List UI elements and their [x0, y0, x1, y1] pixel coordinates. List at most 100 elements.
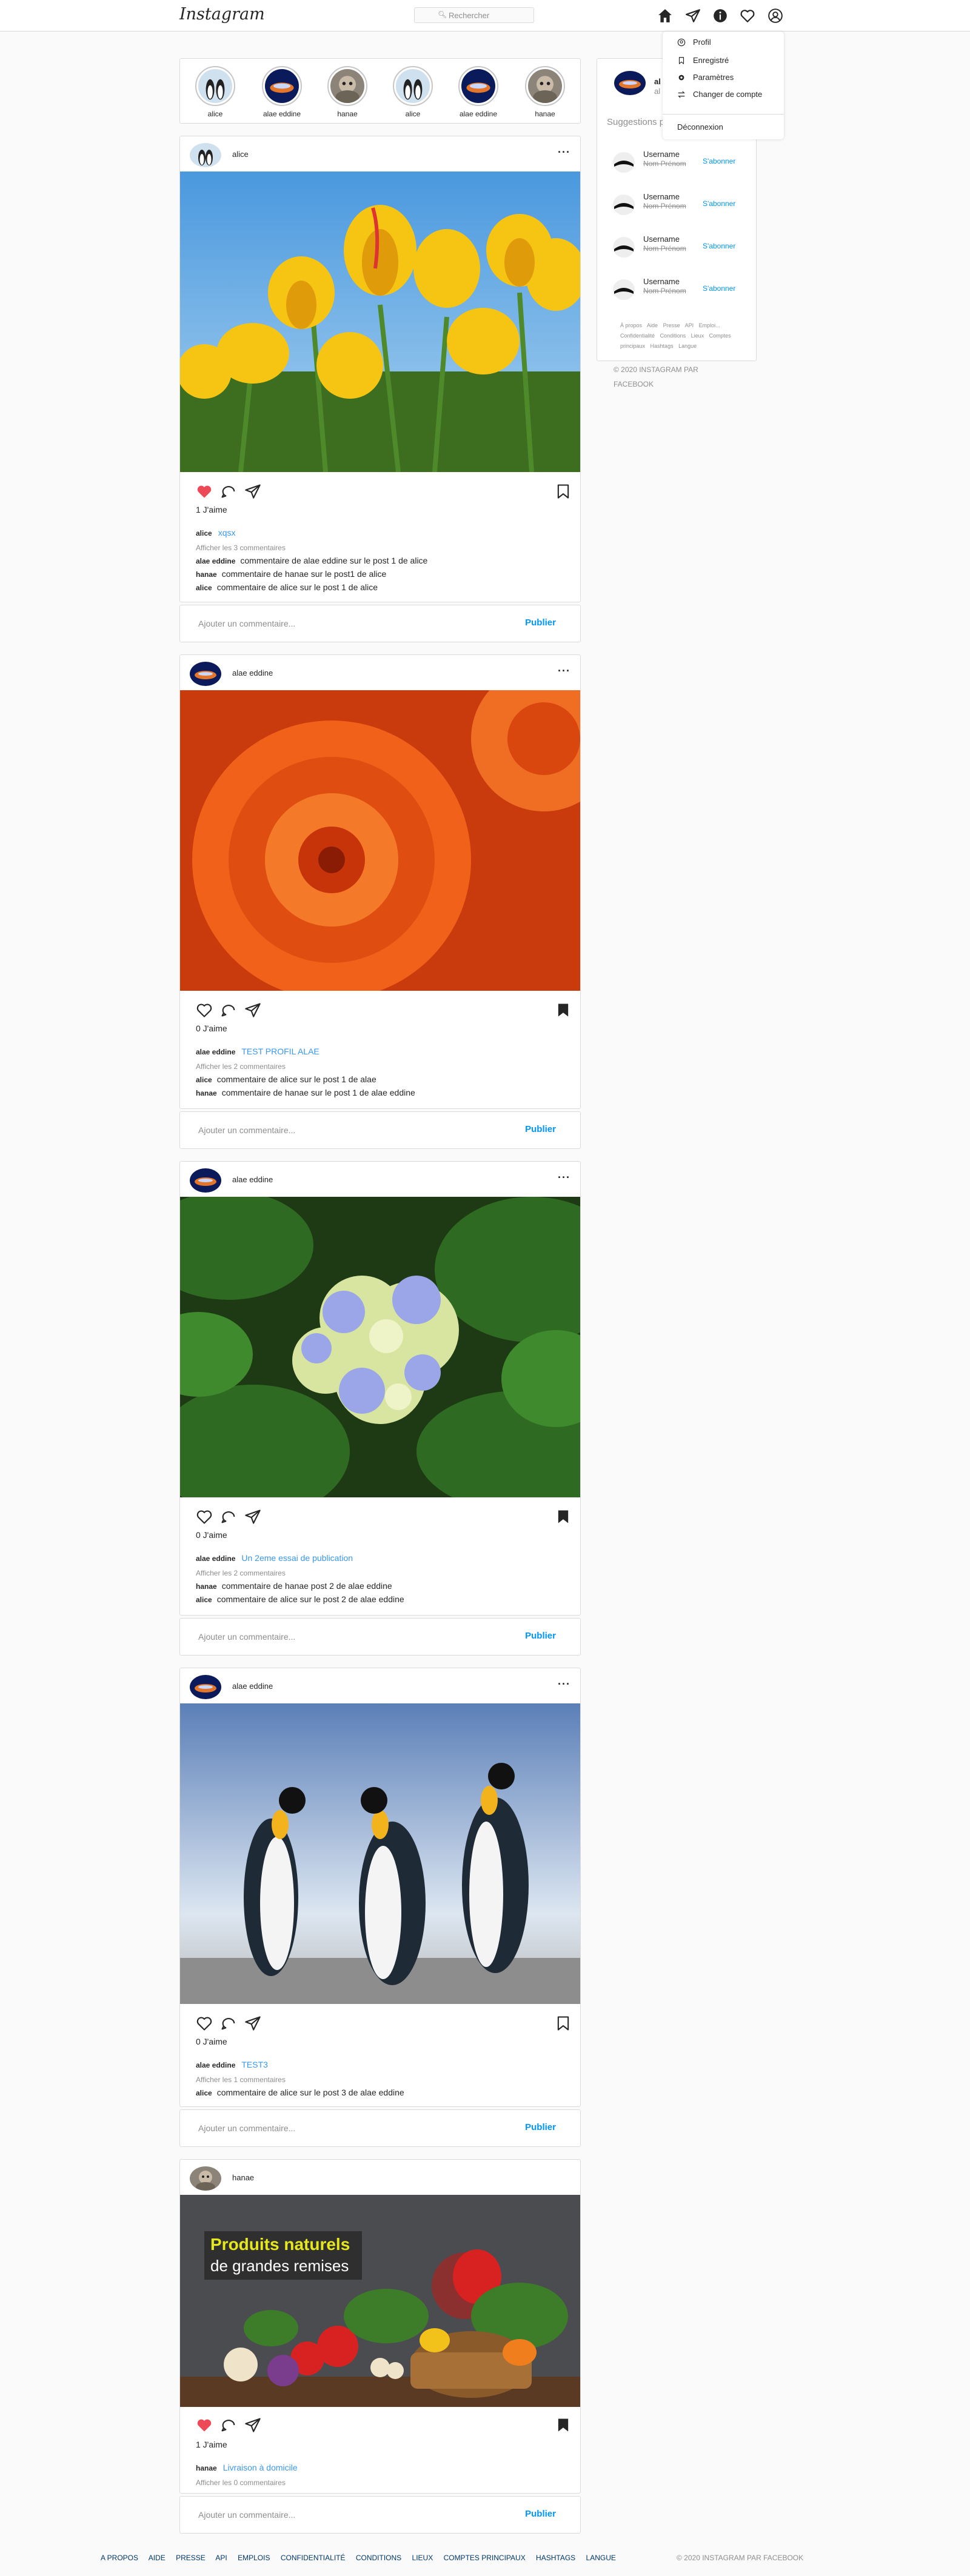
view-comments-link[interactable]: Afficher les 1 commentaires — [196, 2075, 286, 2084]
sidebar-link[interactable]: Aide — [647, 322, 658, 328]
menu-item-enregistre[interactable]: Enregistré — [677, 56, 729, 65]
footer-link[interactable]: COMPTES PRINCIPAUX — [444, 2554, 526, 2562]
like-filled-icon[interactable] — [196, 2417, 213, 2434]
sidebar-link[interactable]: API — [685, 322, 694, 328]
like-filled-icon[interactable] — [196, 483, 213, 500]
explore-icon[interactable] — [712, 8, 728, 24]
sidebar-link[interactable]: Hashtags — [651, 343, 674, 349]
add-comment-input[interactable]: Ajouter un commentaire... — [198, 2510, 295, 2520]
story-item[interactable]: alae eddine — [259, 66, 305, 118]
post-username[interactable]: alae eddine — [232, 1175, 273, 1184]
comment-icon[interactable] — [220, 1002, 237, 1019]
suggestion-avatar[interactable] — [613, 279, 635, 300]
current-user-name[interactable]: al — [654, 77, 661, 86]
sidebar-link[interactable]: Presse — [663, 322, 680, 328]
publish-button[interactable]: Publier — [525, 1631, 556, 1641]
publish-button[interactable]: Publier — [525, 2122, 556, 2132]
post-avatar[interactable] — [190, 143, 221, 167]
suggestion-username[interactable]: Username — [643, 150, 680, 159]
menu-item-parametres[interactable]: Paramètres — [677, 73, 734, 82]
bookmark-icon[interactable] — [555, 2015, 572, 2032]
sidebar-link[interactable]: À propos — [620, 322, 642, 328]
footer-link[interactable]: LIEUX — [412, 2554, 433, 2562]
likes-count[interactable]: 1 J'aime — [196, 2440, 227, 2449]
heart-icon[interactable] — [740, 8, 755, 24]
share-icon[interactable] — [244, 483, 261, 500]
footer-link[interactable]: AIDE — [149, 2554, 166, 2562]
bookmark-icon[interactable] — [555, 483, 572, 500]
comment-username[interactable]: hanae — [196, 1089, 217, 1097]
post-avatar[interactable] — [190, 2166, 221, 2191]
caption-username[interactable]: alice — [196, 529, 212, 537]
post-username[interactable]: alice — [232, 150, 249, 159]
comment-icon[interactable] — [220, 2417, 237, 2434]
footer-link[interactable]: EMPLOIS — [238, 2554, 270, 2562]
publish-button[interactable]: Publier — [525, 2509, 556, 2519]
view-comments-link[interactable]: Afficher les 3 commentaires — [196, 544, 286, 552]
caption-username[interactable]: alae eddine — [196, 1554, 235, 1563]
suggestion-username[interactable]: Username — [643, 192, 680, 201]
sidebar-link[interactable]: Confidentialité — [620, 333, 655, 339]
likes-count[interactable]: 1 J'aime — [196, 505, 227, 514]
comment-username[interactable]: alice — [196, 1076, 212, 1084]
footer-link[interactable]: CONFIDENTIALITÉ — [281, 2554, 346, 2562]
publish-button[interactable]: Publier — [525, 617, 556, 628]
caption-username[interactable]: alae eddine — [196, 2061, 235, 2069]
more-options-icon[interactable]: ··· — [558, 665, 570, 677]
menu-item-profil[interactable]: Profil — [677, 38, 711, 47]
follow-button[interactable]: S'abonner — [703, 284, 735, 293]
footer-link[interactable]: A PROPOS — [101, 2554, 138, 2562]
comment-username[interactable]: alice — [196, 584, 212, 592]
post-username[interactable]: alae eddine — [232, 668, 273, 677]
post-avatar[interactable] — [190, 1168, 221, 1193]
post-username[interactable]: hanae — [232, 2173, 254, 2182]
comment-username[interactable]: alice — [196, 1596, 212, 1604]
likes-count[interactable]: 0 J'aime — [196, 1530, 227, 1540]
likes-count[interactable]: 0 J'aime — [196, 2037, 227, 2046]
suggestion-username[interactable]: Username — [643, 277, 680, 286]
post-avatar[interactable] — [190, 662, 221, 686]
suggestion-avatar[interactable] — [613, 237, 635, 258]
heart-icon[interactable] — [196, 1508, 213, 1525]
suggestion-avatar[interactable] — [613, 152, 635, 173]
sidebar-link[interactable]: Langue — [678, 343, 697, 349]
sidebar-link[interactable]: Emploi... — [699, 322, 720, 328]
direct-message-icon[interactable] — [685, 8, 701, 24]
comment-icon[interactable] — [220, 1508, 237, 1525]
heart-icon[interactable] — [196, 2015, 213, 2032]
more-options-icon[interactable]: ··· — [558, 1171, 570, 1184]
follow-button[interactable]: S'abonner — [703, 199, 735, 208]
footer-link[interactable]: LANGUE — [586, 2554, 616, 2562]
sidebar-link[interactable]: Lieux — [691, 333, 704, 339]
add-comment-input[interactable]: Ajouter un commentaire... — [198, 619, 295, 628]
bookmark-filled-icon[interactable] — [555, 1508, 572, 1525]
likes-count[interactable]: 0 J'aime — [196, 1023, 227, 1033]
bookmark-filled-icon[interactable] — [555, 2417, 572, 2434]
comment-username[interactable]: alae eddine — [196, 557, 235, 565]
add-comment-input[interactable]: Ajouter un commentaire... — [198, 1632, 295, 1642]
suggestion-avatar[interactable] — [613, 195, 635, 215]
comment-username[interactable]: alice — [196, 2089, 212, 2097]
story-item[interactable]: alice — [390, 66, 436, 118]
footer-link[interactable]: PRESSE — [176, 2554, 206, 2562]
story-item[interactable]: alae eddine — [455, 66, 501, 118]
profile-icon[interactable] — [768, 8, 783, 24]
story-item[interactable]: hanae — [522, 66, 568, 118]
footer-link[interactable]: API — [215, 2554, 227, 2562]
comment-username[interactable]: hanae — [196, 1582, 217, 1591]
sidebar-link[interactable]: Conditions — [660, 333, 686, 339]
share-icon[interactable] — [244, 1508, 261, 1525]
publish-button[interactable]: Publier — [525, 1124, 556, 1134]
share-icon[interactable] — [244, 2417, 261, 2434]
more-options-icon[interactable]: ··· — [558, 1678, 570, 1691]
bookmark-filled-icon[interactable] — [555, 1002, 572, 1019]
post-avatar[interactable] — [190, 1675, 221, 1699]
view-comments-link[interactable]: Afficher les 2 commentaires — [196, 1062, 286, 1071]
comment-icon[interactable] — [220, 483, 237, 500]
footer-link[interactable]: HASHTAGS — [536, 2554, 575, 2562]
follow-button[interactable]: S'abonner — [703, 242, 735, 250]
instagram-logo[interactable]: Instagram — [179, 5, 265, 24]
more-options-icon[interactable]: ··· — [558, 146, 570, 159]
add-comment-input[interactable]: Ajouter un commentaire... — [198, 1125, 295, 1135]
story-item[interactable]: alice — [192, 66, 238, 118]
